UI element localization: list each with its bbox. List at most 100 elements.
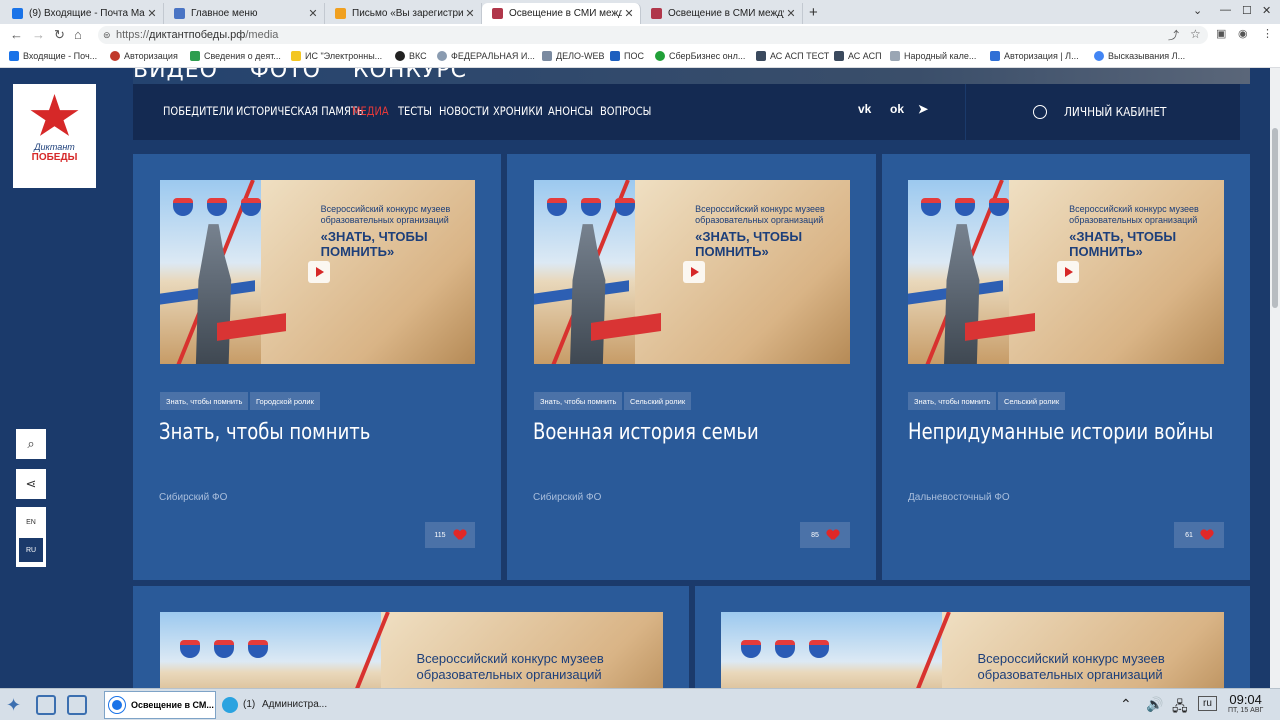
page-scrollbar[interactable] bbox=[1270, 68, 1280, 688]
close-icon[interactable]: ✕ bbox=[784, 7, 798, 20]
close-icon[interactable]: ✕ bbox=[145, 7, 159, 20]
video-thumbnail[interactable]: Всероссийский конкурс музеев образовател… bbox=[534, 180, 850, 364]
bookmark-item[interactable]: СберБизнес онл... bbox=[655, 51, 745, 61]
profile-icon[interactable]: ◉ bbox=[1238, 27, 1248, 40]
tab-media[interactable]: Освещение в СМИ междуна ✕ bbox=[641, 3, 803, 24]
site-logo[interactable]: Диктант ПОБЕДЫ bbox=[13, 84, 96, 188]
maximize-icon[interactable]: ☐ bbox=[1242, 4, 1252, 17]
bookmark-item[interactable]: АС АСП bbox=[834, 51, 882, 61]
bookmark-item[interactable]: Народный кале... bbox=[890, 51, 976, 61]
tag-contest[interactable]: Знать, чтобы помнить bbox=[160, 392, 249, 410]
telegram-icon[interactable]: ➤ bbox=[918, 102, 928, 116]
card-title[interactable]: Военная история семьи bbox=[533, 420, 759, 445]
share-icon[interactable]: ⤴ bbox=[1168, 27, 1179, 43]
scrollbar-thumb[interactable] bbox=[1272, 128, 1278, 308]
personal-cabinet-button[interactable]: ЛИЧНЫЙ КАБИНЕТ bbox=[966, 84, 1240, 140]
tab-main-menu[interactable]: Главное меню ✕ bbox=[164, 3, 325, 24]
tab-mail[interactable]: (9) Входящие - Почта Mail ✕ bbox=[2, 3, 164, 24]
reload-icon[interactable]: ↻ bbox=[54, 27, 65, 43]
play-icon[interactable] bbox=[682, 260, 705, 283]
vk-icon[interactable]: vk bbox=[858, 102, 871, 116]
bookmark-item[interactable]: ПОС bbox=[610, 51, 644, 61]
bookmark-label: Авторизация bbox=[124, 51, 178, 61]
odnoklassniki-icon[interactable]: ok bbox=[890, 102, 904, 116]
url-field[interactable]: ⊜ https://диктантпобеды.рф/media bbox=[98, 26, 1208, 44]
back-icon[interactable]: ← bbox=[10, 27, 23, 42]
telegram-icon[interactable] bbox=[222, 697, 238, 713]
search-button[interactable]: ⌕ bbox=[16, 429, 46, 459]
like-button[interactable]: 61 bbox=[1174, 522, 1224, 548]
home-icon[interactable]: ⌂ bbox=[74, 27, 82, 42]
bookmark-item[interactable]: Авторизация bbox=[110, 51, 178, 61]
card-title[interactable]: Знать, чтобы помнить bbox=[159, 420, 370, 445]
card-title[interactable]: Непридуманные истории войны bbox=[908, 420, 1213, 445]
nav-news[interactable]: НОВОСТИ bbox=[439, 104, 489, 118]
browser-menu-icon[interactable]: ⋮ bbox=[1262, 27, 1273, 40]
video-card[interactable]: Всероссийский конкурс музеев образовател… bbox=[133, 586, 689, 688]
nav-announcements[interactable]: АНОНСЫ bbox=[548, 104, 593, 118]
video-thumbnail[interactable]: Всероссийский конкурс музеев образовател… bbox=[160, 612, 663, 688]
close-icon[interactable]: ✕ bbox=[463, 7, 477, 20]
nav-media[interactable]: МЕДИА bbox=[352, 104, 389, 118]
bookmark-item[interactable]: АС АСП ТЕСТ bbox=[756, 51, 829, 61]
site-info-icon[interactable]: ⊜ bbox=[103, 26, 111, 44]
bookmark-star-icon[interactable]: ☆ bbox=[1190, 27, 1201, 41]
bookmark-item[interactable]: Входящие - Поч... bbox=[9, 51, 97, 61]
lang-en[interactable]: EN bbox=[19, 510, 43, 534]
bookmark-item[interactable]: Авторизация | Л... bbox=[990, 51, 1079, 61]
minimize-icon[interactable]: — bbox=[1220, 4, 1231, 16]
video-card[interactable]: Всероссийский конкурс музеев образовател… bbox=[507, 154, 876, 580]
tag-category[interactable]: Сельский ролик bbox=[624, 392, 692, 410]
tab-list-icon[interactable]: ⌄ bbox=[1193, 4, 1202, 17]
system-clock[interactable]: 09:04 ПТ, 15 АВГ bbox=[1228, 692, 1263, 714]
forward-icon[interactable]: → bbox=[32, 27, 45, 42]
windows-overview-icon[interactable] bbox=[36, 695, 56, 715]
bookmark-item[interactable]: ДЕЛО-WEB bbox=[542, 51, 605, 61]
tray-expand-icon[interactable]: ⌃ bbox=[1120, 696, 1132, 713]
nav-winners[interactable]: ПОБЕДИТЕЛИ bbox=[163, 104, 234, 118]
keyboard-layout[interactable]: ru bbox=[1198, 696, 1217, 711]
close-window-icon[interactable]: ✕ bbox=[1262, 4, 1271, 17]
video-thumbnail[interactable]: Всероссийский конкурс музеев образовател… bbox=[908, 180, 1224, 364]
nav-chronicles[interactable]: ХРОНИКИ bbox=[493, 104, 543, 118]
volume-icon[interactable]: 🔊 bbox=[1146, 696, 1163, 713]
close-icon[interactable]: ✕ bbox=[622, 7, 636, 20]
video-card[interactable]: Всероссийский конкурс музеев образовател… bbox=[882, 154, 1250, 580]
like-button[interactable]: 85 bbox=[800, 522, 850, 548]
telegram-unread[interactable]: (1) bbox=[243, 699, 255, 710]
network-icon[interactable]: 🖧 bbox=[1172, 696, 1188, 720]
taskbar-task-browser[interactable]: Освещение в СМ... bbox=[104, 691, 216, 719]
start-menu-icon[interactable]: ✦ bbox=[6, 695, 26, 715]
pos-icon bbox=[610, 51, 620, 61]
lang-ru[interactable]: RU bbox=[19, 538, 43, 562]
language-switcher: EN RU bbox=[16, 507, 46, 567]
bookmark-item[interactable]: ФЕДЕРАЛЬНАЯ И... bbox=[437, 51, 535, 61]
video-thumbnail[interactable]: Всероссийский конкурс музеев образовател… bbox=[721, 612, 1224, 688]
tag-category[interactable]: Городской ролик bbox=[250, 392, 320, 410]
bookmark-item[interactable]: Высказывания Л... bbox=[1094, 51, 1185, 61]
tab-media-active[interactable]: Освещение в СМИ междуна ✕ bbox=[482, 3, 641, 24]
new-tab-button[interactable]: + bbox=[809, 4, 818, 21]
task-admin[interactable]: Администра... bbox=[262, 699, 327, 710]
play-icon[interactable] bbox=[308, 260, 331, 283]
bookmark-item[interactable]: ВКС bbox=[395, 51, 427, 61]
nav-questions[interactable]: ВОПРОСЫ bbox=[600, 104, 651, 118]
play-icon[interactable] bbox=[1056, 260, 1079, 283]
victory-logo-icon bbox=[580, 198, 601, 217]
tag-contest[interactable]: Знать, чтобы помнить bbox=[908, 392, 997, 410]
video-card[interactable]: Всероссийский конкурс музеев образовател… bbox=[133, 154, 501, 580]
sidebar-toggle-icon[interactable]: ▣ bbox=[1216, 27, 1226, 40]
nav-historical-memory[interactable]: ИСТОРИЧЕСКАЯ ПАМЯТЬ bbox=[236, 104, 364, 118]
bookmark-item[interactable]: Сведения о деят... bbox=[190, 51, 281, 61]
video-card[interactable]: Всероссийский конкурс музеев образовател… bbox=[695, 586, 1250, 688]
nav-tests[interactable]: ТЕСТЫ bbox=[398, 104, 432, 118]
close-icon[interactable]: ✕ bbox=[306, 7, 320, 20]
like-button[interactable]: 115 bbox=[425, 522, 475, 548]
share-button[interactable]: ⋖ bbox=[16, 469, 46, 499]
tab-letter[interactable]: Письмо «Вы зарегистриров ✕ bbox=[325, 3, 482, 24]
bookmark-item[interactable]: ИС "Электронны... bbox=[291, 51, 382, 61]
tag-category[interactable]: Сельский ролик bbox=[998, 392, 1066, 410]
file-manager-icon[interactable] bbox=[67, 695, 87, 715]
video-thumbnail[interactable]: Всероссийский конкурс музеев образовател… bbox=[160, 180, 475, 364]
tag-contest[interactable]: Знать, чтобы помнить bbox=[534, 392, 623, 410]
